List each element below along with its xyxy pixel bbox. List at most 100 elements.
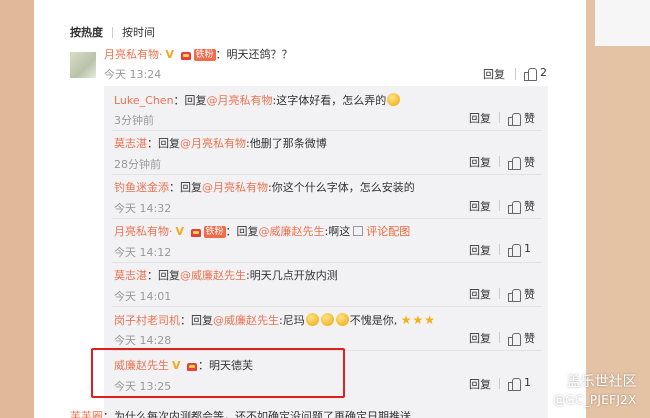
mention-link[interactable]: @月亮私有物 [180, 137, 246, 150]
laugh-emoji-icon [320, 313, 334, 326]
highlight-box [91, 348, 345, 398]
reply-button[interactable]: 回复 [469, 110, 491, 126]
comment-separator: ： [215, 48, 227, 61]
thumbs-up-icon [508, 332, 521, 346]
reply-button[interactable]: 回复 [469, 376, 491, 392]
reply-prefix: ：回复 [169, 181, 202, 194]
reply-content: 钓鱼迷金添：回复@月亮私有物:你这个什么字体，怎么安装的 [114, 181, 415, 195]
tab-divider [112, 26, 113, 38]
like-button[interactable]: 赞 [508, 154, 535, 170]
like-button[interactable]: 1 [508, 376, 531, 391]
comment-username[interactable]: 月亮私有物· [104, 48, 163, 61]
tab-time[interactable]: 按时间 [122, 24, 155, 40]
mention-link[interactable]: @威廉赵先生 [213, 314, 279, 327]
mention-link[interactable]: @威廉赵先生 [259, 225, 325, 238]
thumbs-up-icon [508, 243, 521, 257]
adjacent-panel [595, 0, 650, 46]
like-label: 赞 [524, 112, 535, 125]
reply-content: 岗子村老司机：回复@威廉赵先生:尼玛 不愧是你, ★★★ [114, 313, 436, 328]
reply-text: :明天几点开放内测 [246, 269, 338, 282]
watermark-handle: @GC_PJEFJ2X [553, 393, 637, 407]
star-emoji-icon: ★★★ [400, 313, 436, 327]
member-crown-icon [180, 50, 192, 61]
thumbs-up-icon [508, 156, 521, 170]
reply-username[interactable]: 莫志湛 [114, 137, 147, 150]
reply-button[interactable]: 回复 [469, 330, 491, 346]
like-button[interactable]: 赞 [508, 110, 535, 126]
reply-button[interactable]: 回复 [483, 66, 505, 82]
list-item: 莫志湛：回复@威廉赵先生:明天几点开放内测 今天 14:01 回复 赞 [104, 262, 548, 306]
fan-badge: 铁粉 [203, 226, 226, 238]
laugh-emoji-icon [305, 313, 319, 326]
reply-username[interactable]: 月亮私有物· [114, 225, 173, 238]
reply-username[interactable]: Luke_Chen [114, 94, 174, 107]
mention-link[interactable]: @月亮私有物 [202, 181, 268, 194]
action-divider [499, 288, 500, 299]
reply-label: 回复 [483, 68, 505, 81]
like-label: 赞 [524, 332, 535, 345]
like-label: 赞 [524, 200, 535, 213]
thumbs-up-icon [508, 112, 521, 126]
reply-username[interactable]: 莫志湛 [114, 269, 147, 282]
reply-prefix: ：回复 [147, 137, 180, 150]
like-button[interactable]: 2 [524, 66, 547, 81]
list-item: 钓鱼迷金添：回复@月亮私有物:你这个什么字体，怎么安装的 今天 14:32 回复… [104, 174, 548, 218]
like-button[interactable]: 赞 [508, 198, 535, 214]
thumbs-up-icon [508, 200, 521, 214]
reply-username[interactable]: 岗子村老司机 [114, 314, 180, 327]
like-button[interactable]: 1 [508, 242, 531, 257]
reply-time: 今天 14:32 [114, 202, 172, 215]
next-comment: 芙芙圈：为什么每次内测都会等，还不如确定没问题了再确定日期推送 [70, 408, 411, 418]
reply-time: 今天 14:12 [114, 246, 172, 259]
watermark-title: 盖乐世社区 [566, 374, 637, 390]
tab-hot[interactable]: 按热度 [70, 24, 103, 40]
like-button[interactable]: 赞 [508, 330, 535, 346]
like-count: 2 [540, 66, 547, 79]
mention-link[interactable]: @月亮私有物 [207, 94, 273, 107]
main-comment: 月亮私有物· V 铁粉 ：明天还鸽？？ [104, 47, 293, 63]
reply-text: :这字体好看，怎么弄的 [272, 94, 387, 107]
comment-image-link[interactable]: 评论配图 [366, 225, 410, 238]
reply-username[interactable]: 钓鱼迷金添 [114, 181, 169, 194]
reply-content: 莫志湛：回复@月亮私有物:他删了那条微博 [114, 137, 327, 151]
reply-prefix: ：回复 [173, 94, 207, 107]
thumbs-up-icon [524, 67, 537, 81]
mention-link[interactable]: @威廉赵先生 [180, 269, 246, 282]
image-icon [353, 226, 364, 236]
reply-prefix: ：回复 [180, 314, 213, 327]
reply-content: 莫志湛：回复@威廉赵先生:明天几点开放内测 [114, 269, 338, 283]
like-label: 赞 [524, 156, 535, 169]
background-right [586, 0, 650, 418]
action-divider [499, 156, 500, 167]
comment-time: 今天 13:24 [104, 68, 162, 81]
thumbs-up-icon [508, 288, 521, 302]
comment-text: ：为什么每次内测都会等，还不如确定没问题了再确定日期推送 [103, 410, 411, 418]
reply-text: 不愧是你, [349, 314, 398, 327]
verified-v-icon: V [175, 225, 185, 238]
action-divider [499, 378, 500, 389]
reply-text: :尼玛 [279, 314, 305, 327]
like-count: 1 [524, 376, 531, 389]
comment-text: 明天还鸽？？ [226, 48, 293, 61]
action-divider [499, 332, 500, 343]
avatar[interactable] [70, 52, 96, 78]
reply-content: Luke_Chen：回复@月亮私有物:这字体好看，怎么弄的 [114, 93, 401, 108]
reply-button[interactable]: 回复 [469, 286, 491, 302]
reply-button[interactable]: 回复 [469, 198, 491, 214]
like-button[interactable]: 赞 [508, 286, 535, 302]
watermark: 盖乐世社区 @GC_PJEFJ2X [553, 373, 637, 409]
action-divider [499, 244, 500, 255]
verified-v-icon: V [165, 48, 175, 61]
reply-prefix: ：回复 [147, 269, 180, 282]
like-count: 1 [524, 242, 531, 255]
background-left [0, 0, 34, 418]
reply-button[interactable]: 回复 [469, 242, 491, 258]
list-item: Luke_Chen：回复@月亮私有物:这字体好看，怎么弄的 3分钟前 回复 赞 [104, 86, 548, 130]
reply-button[interactable]: 回复 [469, 154, 491, 170]
comment-username[interactable]: 芙芙圈 [70, 410, 103, 418]
list-item: 莫志湛：回复@月亮私有物:他删了那条微博 28分钟前 回复 赞 [104, 130, 548, 174]
like-label: 赞 [524, 288, 535, 301]
reply-text: :你这个什么字体，怎么安装的 [268, 181, 415, 194]
action-divider [499, 112, 500, 123]
action-divider [499, 200, 500, 211]
